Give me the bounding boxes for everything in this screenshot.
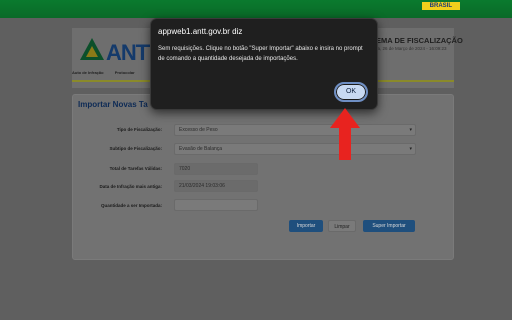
label-data-infracao: Data de Infração mais antiga: xyxy=(99,184,162,189)
subtipo-fiscalizacao-value: Evasão de Balança xyxy=(179,146,223,152)
label-tipo-fiscalizacao: Tipo de Fiscalização: xyxy=(116,127,162,132)
data-infracao-field: 21/03/2024 19:03:06 xyxy=(174,180,258,192)
red-arrow-up-icon xyxy=(330,108,360,160)
ok-button[interactable]: OK xyxy=(334,82,368,102)
system-title: EMA DE FISCALIZAÇÃO xyxy=(376,36,463,45)
label-quantidade: Quantidade a ser Importada: xyxy=(100,203,162,208)
tipo-fiscalizacao-value: Excesso de Peso xyxy=(179,127,218,133)
data-infracao-value: 21/03/2024 19:03:06 xyxy=(179,183,225,189)
subtipo-fiscalizacao-select[interactable]: Evasão de Balança ▾ xyxy=(174,143,416,155)
chevron-down-icon: ▾ xyxy=(409,146,412,152)
brasil-badge[interactable]: BRASIL xyxy=(421,2,460,10)
nav-item-auto-infracao[interactable]: Auto de Infração xyxy=(72,70,104,75)
dialog-title: appweb1.antt.gov.br diz xyxy=(158,27,243,36)
nav-item-protocolar[interactable]: Protocolar xyxy=(115,70,135,75)
importar-button[interactable]: Importar xyxy=(289,220,323,232)
page-title: Importar Novas Ta xyxy=(78,100,148,109)
import-card xyxy=(72,94,454,260)
logo-inner-triangle-icon xyxy=(86,46,98,57)
super-importar-button[interactable]: Super Importar xyxy=(363,220,415,232)
dialog-message: Sem requisições. Clique no botão "Super … xyxy=(158,46,363,62)
gov-top-bar: BRASIL xyxy=(0,0,512,18)
chevron-down-icon: ▾ xyxy=(409,127,412,133)
limpar-button[interactable]: Limpar xyxy=(328,220,356,232)
label-total-tarefas: Total de Tarefas Válidas: xyxy=(109,166,162,171)
total-tarefas-field: 7020 xyxy=(174,163,258,175)
tipo-fiscalizacao-select[interactable]: Excesso de Peso ▾ xyxy=(174,124,416,136)
quantidade-input[interactable] xyxy=(174,199,258,211)
system-date: ra, 26 de Março de 2024 - 16:09:23 xyxy=(376,46,447,51)
label-subtipo-fiscalizacao: Subtipo de Fiscalização: xyxy=(109,146,162,151)
total-tarefas-value: 7020 xyxy=(179,166,191,172)
